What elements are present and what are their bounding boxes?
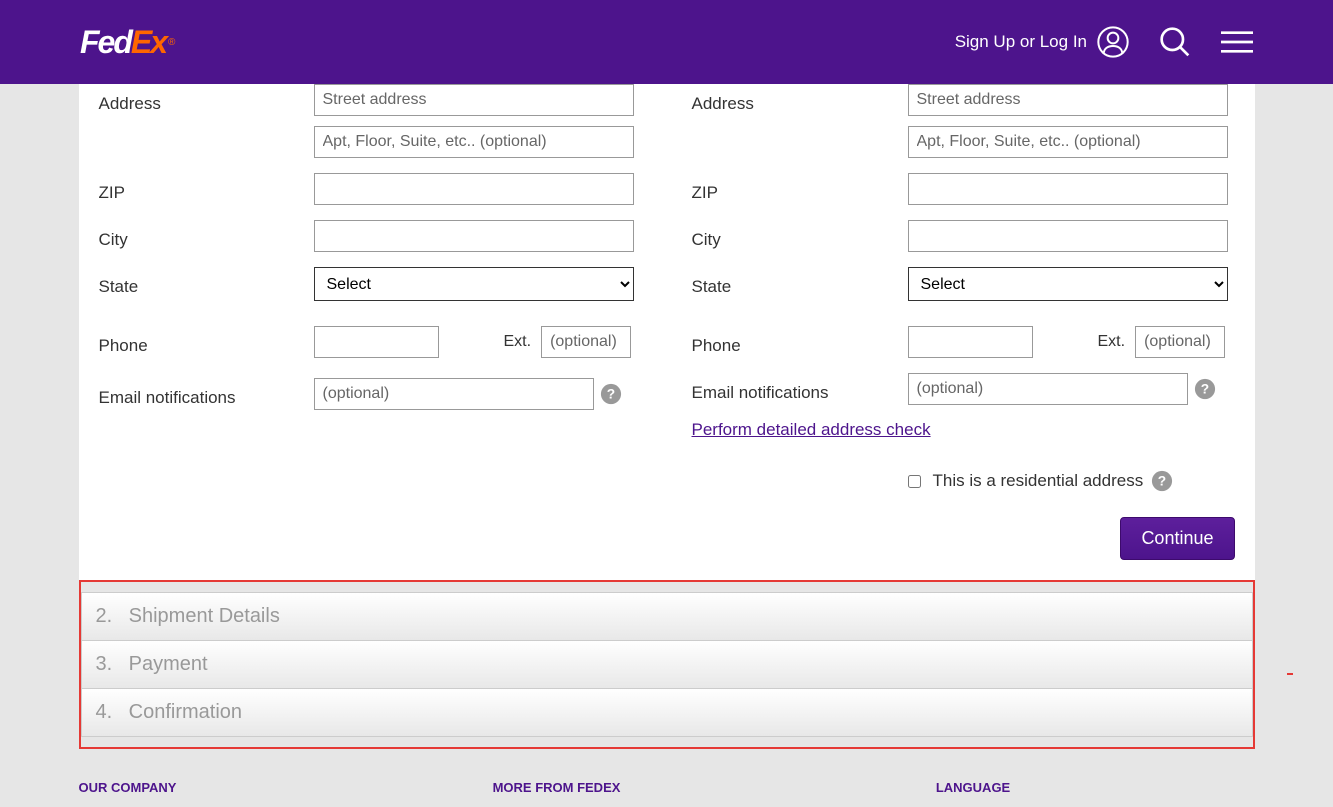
from-zip-input[interactable] [314, 173, 634, 205]
step-payment[interactable]: 3. Payment [81, 641, 1253, 689]
from-street-input[interactable] [314, 84, 634, 116]
to-zip-label: ZIP [692, 173, 908, 203]
search-icon[interactable] [1159, 26, 1191, 58]
from-state-select[interactable]: Select [314, 267, 634, 301]
continue-button[interactable]: Continue [1120, 517, 1234, 560]
help-icon[interactable]: ? [600, 383, 622, 405]
step-num-2: 2. [96, 605, 113, 627]
to-column: Address ZIP City State Select [692, 84, 1235, 560]
menu-icon[interactable] [1221, 30, 1253, 54]
footer-language[interactable]: LANGUAGE [936, 780, 1010, 795]
svg-text:?: ? [1158, 474, 1166, 489]
footer: OUR COMPANY MORE FROM FEDEX LANGUAGE [79, 769, 1255, 807]
from-email-label: Email notifications [99, 378, 314, 408]
from-city-input[interactable] [314, 220, 634, 252]
step-title-shipment: Shipment Details [129, 605, 280, 627]
step-num-3: 3. [96, 653, 113, 675]
to-apt-input[interactable] [908, 126, 1228, 158]
to-phone-label: Phone [692, 326, 908, 356]
steps-container: 2. Shipment Details 3. Payment 4. Confir… [79, 580, 1255, 749]
from-phone-input[interactable] [314, 326, 439, 358]
to-email-input[interactable] [908, 373, 1188, 405]
svg-text:?: ? [606, 387, 614, 402]
footer-our-company[interactable]: OUR COMPANY [79, 780, 177, 795]
to-phone-input[interactable] [908, 326, 1033, 358]
main-content: Address ZIP City State Select [79, 84, 1255, 580]
logo-fed-text: Fed [80, 24, 131, 61]
to-address-label: Address [692, 84, 908, 114]
to-ext-label: Ext. [1098, 333, 1126, 351]
step-title-confirmation: Confirmation [129, 701, 242, 723]
help-icon[interactable]: ? [1194, 378, 1216, 400]
step-title-payment: Payment [129, 653, 208, 675]
help-icon[interactable]: ? [1151, 470, 1173, 492]
logo-ex-text: Ex [131, 24, 166, 61]
header-right: Sign Up or Log In [955, 26, 1253, 58]
main-header: FedEx® Sign Up or Log In [0, 0, 1333, 84]
user-icon [1097, 26, 1129, 58]
signup-login-link[interactable]: Sign Up or Log In [955, 26, 1129, 58]
from-column: Address ZIP City State Select [99, 84, 642, 560]
fedex-logo[interactable]: FedEx® [80, 24, 175, 61]
from-ext-label: Ext. [504, 333, 532, 351]
to-city-label: City [692, 220, 908, 250]
step-confirmation[interactable]: 4. Confirmation [81, 689, 1253, 737]
signup-login-text: Sign Up or Log In [955, 32, 1087, 52]
address-check-link[interactable]: Perform detailed address check [692, 420, 931, 440]
to-email-label: Email notifications [692, 373, 908, 403]
from-email-input[interactable] [314, 378, 594, 410]
red-mark [1287, 673, 1293, 675]
from-address-label: Address [99, 84, 314, 114]
from-phone-label: Phone [99, 326, 314, 356]
from-ext-input[interactable] [541, 326, 631, 358]
to-ext-input[interactable] [1135, 326, 1225, 358]
from-city-label: City [99, 220, 314, 250]
to-state-label: State [692, 267, 908, 297]
residential-checkbox[interactable] [908, 475, 921, 488]
form-container: Address ZIP City State Select [99, 84, 1235, 560]
footer-more-fedex[interactable]: MORE FROM FEDEX [493, 780, 621, 795]
step-num-4: 4. [96, 701, 113, 723]
step-shipment-details[interactable]: 2. Shipment Details [81, 592, 1253, 641]
residential-label: This is a residential address [933, 471, 1144, 491]
logo-dot: ® [168, 37, 175, 48]
to-city-input[interactable] [908, 220, 1228, 252]
to-street-input[interactable] [908, 84, 1228, 116]
from-apt-input[interactable] [314, 126, 634, 158]
svg-text:?: ? [1200, 382, 1208, 397]
to-zip-input[interactable] [908, 173, 1228, 205]
from-state-label: State [99, 267, 314, 297]
from-zip-label: ZIP [99, 173, 314, 203]
to-state-select[interactable]: Select [908, 267, 1228, 301]
